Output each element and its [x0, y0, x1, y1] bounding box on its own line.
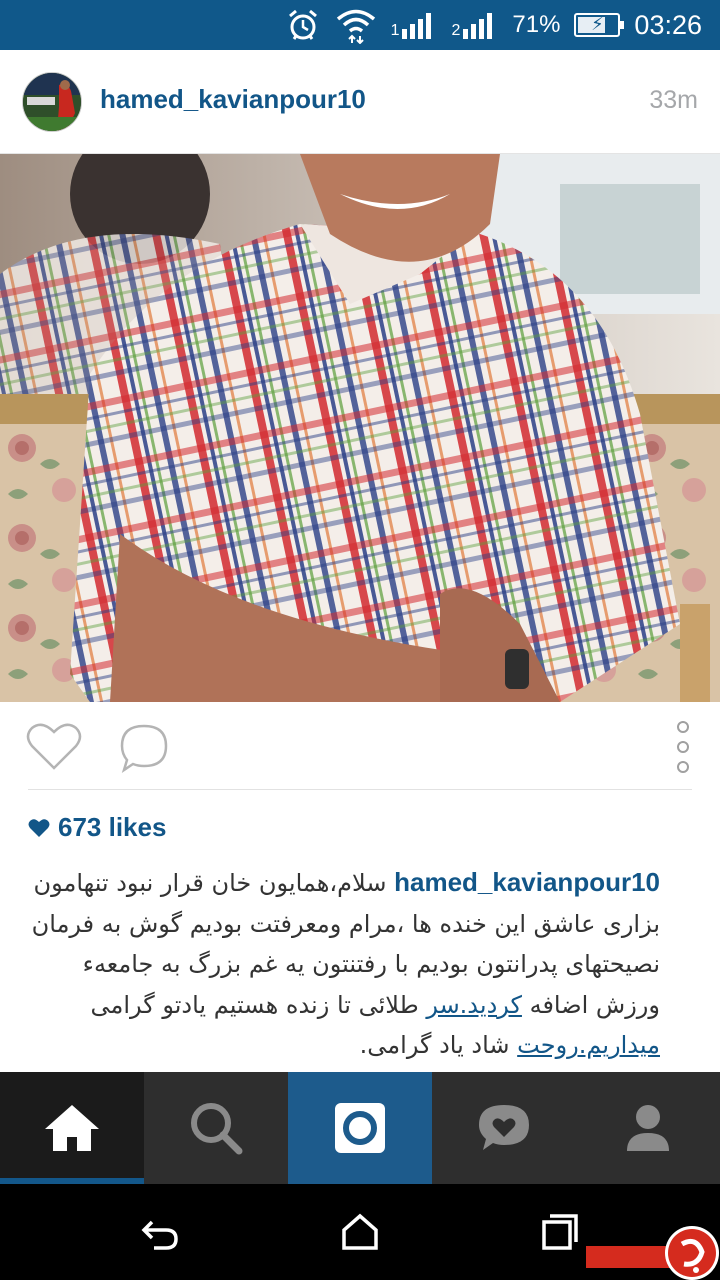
likes-count[interactable]: 673 likes	[28, 812, 166, 843]
post-username[interactable]: hamed_kavianpour10	[100, 84, 366, 115]
signal-icon	[463, 13, 493, 39]
recent-apps-icon[interactable]	[540, 1212, 580, 1252]
status-icons: 1 2 71% ⚡ 03:26	[285, 0, 702, 50]
caption-text-3: شاد یاد گرامی.	[359, 1031, 510, 1059]
heart-filled-icon	[28, 818, 50, 837]
back-icon[interactable]	[140, 1212, 180, 1252]
nav-search[interactable]	[144, 1072, 288, 1184]
post-timestamp: 33m	[649, 86, 698, 114]
caption-link-1[interactable]: کردید.سر	[426, 991, 522, 1019]
battery-icon: ⚡	[574, 13, 625, 37]
divider	[28, 789, 692, 790]
comment-icon[interactable]	[118, 722, 170, 774]
alarm-icon	[288, 9, 317, 40]
nav-activity[interactable]	[432, 1072, 576, 1184]
post-header: hamed_kavianpour10 33m	[0, 50, 720, 154]
charging-icon: ⚡	[591, 14, 604, 35]
home-button-icon[interactable]	[340, 1212, 380, 1252]
post-photo[interactable]	[0, 154, 720, 702]
wifi-icon	[336, 9, 375, 44]
status-bar: 1 2 71% ⚡ 03:26	[0, 0, 720, 50]
caption-text-2: طلائی تا زنده هستیم یادتو گرامی	[90, 990, 419, 1019]
post-caption: hamed_kavianpour10 سلام،همایون خان قرار …	[28, 862, 660, 1066]
heart-icon[interactable]	[26, 722, 82, 772]
nav-home[interactable]	[0, 1072, 144, 1184]
nav-camera[interactable]	[288, 1072, 432, 1184]
home-icon	[45, 1105, 99, 1151]
search-icon	[191, 1103, 243, 1155]
likes-text: 673 likes	[58, 812, 167, 842]
status-time: 03:26	[634, 9, 702, 40]
sim1-label: 1	[390, 22, 400, 39]
avatar[interactable]	[22, 72, 82, 132]
nav-profile[interactable]	[576, 1072, 720, 1184]
sim1-signal: 1	[391, 11, 438, 39]
more-options-icon[interactable]	[672, 720, 694, 774]
watermark-logo	[586, 1226, 720, 1280]
sim2-label: 2	[451, 22, 461, 39]
caption-username[interactable]: hamed_kavianpour10	[394, 867, 660, 897]
sim2-signal: 2	[451, 11, 498, 39]
caption-link-2[interactable]: میداریم.روحت	[517, 1031, 660, 1059]
post-actions	[0, 702, 720, 792]
signal-icon	[402, 13, 432, 39]
profile-icon	[627, 1105, 669, 1151]
camera-icon	[335, 1103, 385, 1153]
bottom-nav	[0, 1072, 720, 1184]
battery-percent: 71%	[512, 11, 561, 38]
activity-icon	[479, 1105, 529, 1150]
